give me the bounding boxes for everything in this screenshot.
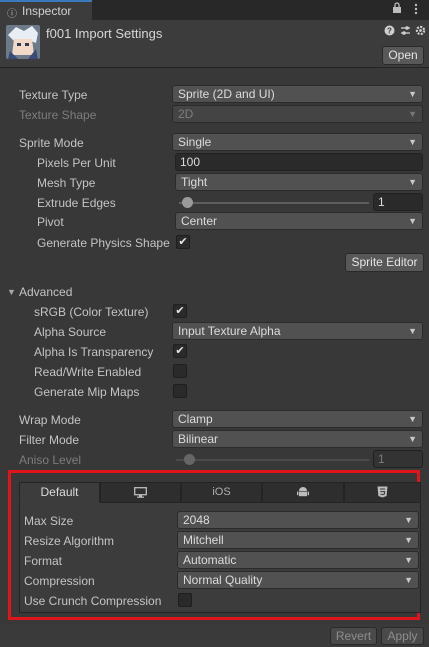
pivot-dropdown[interactable]: Center ▼ <box>175 212 423 230</box>
pixels-per-unit-label: Pixels Per Unit <box>37 156 116 170</box>
gear-icon[interactable] <box>415 25 426 39</box>
alpha-is-transparency-label: Alpha Is Transparency <box>34 345 154 359</box>
sprite-mode-dropdown[interactable]: Single ▼ <box>172 133 423 151</box>
info-icon: ⓘ <box>7 9 17 20</box>
format-label: Format <box>24 554 63 568</box>
apply-button[interactable]: Apply <box>381 627 424 645</box>
read-write-enabled-checkbox[interactable] <box>173 364 187 378</box>
chevron-down-icon: ▼ <box>408 216 417 226</box>
texture-shape-dropdown: 2D ▼ <box>172 105 423 123</box>
alpha-source-value: Input Texture Alpha <box>178 324 281 338</box>
mesh-type-dropdown[interactable]: Tight ▼ <box>175 173 423 191</box>
resize-algorithm-label: Resize Algorithm <box>24 534 115 548</box>
compression-dropdown[interactable]: Normal Quality ▼ <box>177 571 419 589</box>
tab-android[interactable] <box>262 482 344 503</box>
format-value: Automatic <box>183 553 237 567</box>
sprite-mode-label: Sprite Mode <box>19 136 84 150</box>
alpha-is-transparency-checkbox[interactable]: ✔ <box>173 344 187 358</box>
android-icon <box>297 487 309 501</box>
mesh-type-value: Tight <box>181 175 208 189</box>
compression-label: Compression <box>24 574 95 588</box>
tab-ios[interactable]: iOS <box>181 482 262 503</box>
lock-icon[interactable] <box>392 2 402 17</box>
chevron-down-icon: ▼ <box>408 434 417 444</box>
sprite-editor-button[interactable]: Sprite Editor <box>345 253 424 272</box>
texture-type-label: Texture Type <box>19 88 88 102</box>
texture-type-dropdown[interactable]: Sprite (2D and UI) ▼ <box>172 85 423 103</box>
format-dropdown[interactable]: Automatic ▼ <box>177 551 419 569</box>
srgb-label: sRGB (Color Texture) <box>34 305 149 319</box>
alpha-source-label: Alpha Source <box>34 325 107 339</box>
aniso-level-label: Aniso Level <box>19 453 82 467</box>
chevron-down-icon: ▼ <box>404 575 413 585</box>
alpha-source-dropdown[interactable]: Input Texture Alpha ▼ <box>172 322 423 340</box>
texture-thumbnail <box>6 25 40 59</box>
resize-algorithm-dropdown[interactable]: Mitchell ▼ <box>177 531 419 549</box>
chevron-down-icon: ▼ <box>408 414 417 424</box>
svg-text:?: ? <box>387 27 392 36</box>
chevron-down-icon: ▼ <box>408 326 417 336</box>
generate-mip-maps-label: Generate Mip Maps <box>34 385 140 399</box>
max-size-value: 2048 <box>183 513 210 527</box>
texture-shape-label: Texture Shape <box>19 108 97 122</box>
aniso-level-slider-knob <box>184 454 195 465</box>
chevron-down-icon: ▼ <box>408 177 417 187</box>
wrap-mode-dropdown[interactable]: Clamp ▼ <box>172 410 423 428</box>
resize-algorithm-value: Mitchell <box>183 533 224 547</box>
use-crunch-compression-label: Use Crunch Compression <box>24 594 162 608</box>
sprite-mode-value: Single <box>178 135 212 149</box>
html5-icon <box>377 486 388 501</box>
extrude-edges-slider-knob[interactable] <box>181 197 193 208</box>
filter-mode-label: Filter Mode <box>19 433 80 447</box>
compression-value: Normal Quality <box>183 573 263 587</box>
max-size-dropdown[interactable]: 2048 ▼ <box>177 511 419 529</box>
mesh-type-label: Mesh Type <box>37 176 96 190</box>
revert-button[interactable]: Revert <box>330 627 377 645</box>
tab-standalone[interactable] <box>100 482 181 503</box>
texture-type-value: Sprite (2D and UI) <box>178 87 275 101</box>
max-size-label: Max Size <box>24 514 74 528</box>
help-icon[interactable]: ? <box>384 25 395 39</box>
tab-webgl[interactable] <box>344 482 421 503</box>
preset-icon[interactable] <box>400 25 411 39</box>
pivot-label: Pivot <box>37 215 64 229</box>
generate-mip-maps-checkbox[interactable] <box>173 384 187 398</box>
use-crunch-compression-checkbox[interactable] <box>178 593 192 607</box>
extrude-edges-label: Extrude Edges <box>37 196 116 210</box>
read-write-enabled-label: Read/Write Enabled <box>34 365 142 379</box>
chevron-down-icon: ▼ <box>408 109 417 119</box>
chevron-down-icon: ▼ <box>408 137 417 147</box>
open-button[interactable]: Open <box>382 46 424 65</box>
pixels-per-unit-field[interactable]: 100 <box>175 153 423 171</box>
monitor-icon <box>134 487 147 501</box>
chevron-down-icon: ▼ <box>404 555 413 565</box>
chevron-down-icon: ▼ <box>404 535 413 545</box>
advanced-foldout-label[interactable]: Advanced <box>19 285 72 299</box>
footer-bar: Revert Apply <box>0 624 429 647</box>
aniso-level-field: 1 <box>373 450 423 468</box>
pivot-value: Center <box>181 214 218 228</box>
srgb-checkbox[interactable]: ✔ <box>173 304 187 318</box>
extrude-edges-field[interactable]: 1 <box>373 193 423 211</box>
asset-title: f001 Import Settings <box>46 26 163 41</box>
generate-physics-shape-checkbox[interactable]: ✔ <box>176 235 190 249</box>
foldout-arrow-icon[interactable]: ▼ <box>7 287 16 297</box>
tab-inspector[interactable]: ⓘ Inspector <box>0 0 92 20</box>
generate-physics-shape-label: Generate Physics Shape <box>37 236 170 250</box>
inspector-header: f001 Import Settings ? Open <box>0 20 429 68</box>
window-tab-bar: ⓘ Inspector <box>0 0 429 20</box>
aniso-level-slider <box>176 459 369 461</box>
tab-default[interactable]: Default <box>19 482 100 503</box>
wrap-mode-value: Clamp <box>178 412 213 426</box>
chevron-down-icon: ▼ <box>404 515 413 525</box>
texture-shape-value: 2D <box>178 107 194 121</box>
tab-inspector-label: Inspector <box>22 4 72 18</box>
kebab-menu-icon[interactable] <box>414 3 418 18</box>
wrap-mode-label: Wrap Mode <box>19 413 81 427</box>
platform-tabs: Default iOS <box>19 482 421 503</box>
filter-mode-value: Bilinear <box>178 432 219 446</box>
extrude-edges-slider[interactable] <box>179 202 369 204</box>
chevron-down-icon: ▼ <box>408 89 417 99</box>
filter-mode-dropdown[interactable]: Bilinear ▼ <box>172 430 423 448</box>
